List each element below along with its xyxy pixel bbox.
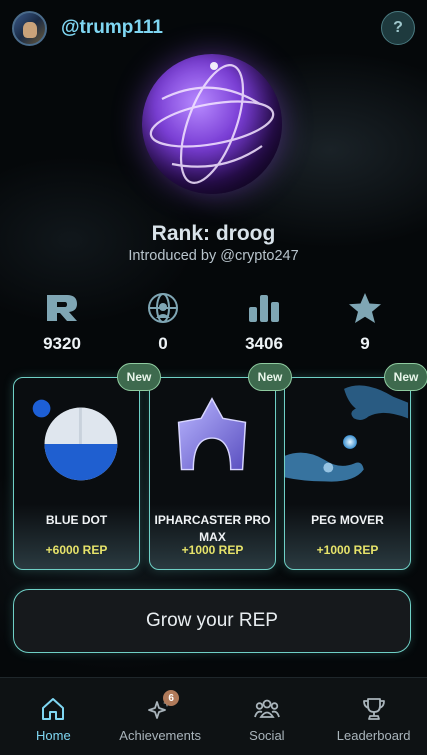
card-rep: +1000 REP xyxy=(181,543,244,557)
header: @trump111 ? xyxy=(12,10,415,46)
stat-value: 0 xyxy=(158,334,168,353)
blue-dot-art xyxy=(32,399,118,481)
home-icon xyxy=(40,696,66,722)
stat-network: 0 xyxy=(123,290,203,360)
nav-label: Home xyxy=(36,728,71,743)
grow-rep-button[interactable]: Grow your REP xyxy=(13,589,411,653)
orb-grid-lines xyxy=(149,62,275,184)
card-title: IPHARCASTER PRO MAX xyxy=(154,513,271,544)
avatar[interactable] xyxy=(12,10,47,46)
trophy-icon xyxy=(361,696,387,722)
rep-letter-r-icon xyxy=(44,290,80,326)
card-blue-dot[interactable]: BLUE DOT +6000 REP xyxy=(13,377,140,570)
card-ipharcaster[interactable]: IPHARCASTER PRO MAX +1000 REP xyxy=(149,377,276,570)
nav-home[interactable]: Home xyxy=(0,678,107,755)
nav-label: Social xyxy=(249,728,285,743)
card-title: BLUE DOT xyxy=(45,513,108,527)
stat-value: 9320 xyxy=(43,334,81,353)
stat-stars: 9 xyxy=(325,290,405,360)
nav-achievements[interactable]: 6 Achievements xyxy=(107,678,214,755)
bottom-nav: Home 6 Achievements Social Leaderboard xyxy=(0,677,427,755)
stat-rep: 9320 xyxy=(22,290,102,360)
stat-value: 9 xyxy=(360,334,370,353)
achievement-cards: New BLUE DOT +6000 REP New IPHARCASTER P… xyxy=(13,363,427,570)
introduced-by-text: Introduced by @crypto247 xyxy=(128,248,299,264)
nav-label: Achievements xyxy=(119,728,201,743)
sparkles-icon: 6 xyxy=(147,690,180,722)
hands-orb-art xyxy=(285,385,409,482)
card-rep: +1000 REP xyxy=(316,543,379,557)
card-rep: +6000 REP xyxy=(45,543,108,557)
card-title: PEG MOVER xyxy=(311,513,384,527)
help-button[interactable]: ? xyxy=(381,11,415,45)
rank-orb xyxy=(142,54,282,194)
nav-social[interactable]: Social xyxy=(214,678,321,755)
network-globe-icon xyxy=(145,290,181,326)
notification-badge: 6 xyxy=(163,690,180,706)
nav-label: Leaderboard xyxy=(336,728,411,743)
username[interactable]: @trump111 xyxy=(61,17,163,39)
new-badge: New xyxy=(117,363,161,391)
stat-activity: 3406 xyxy=(224,290,304,360)
rank-title: Rank: droog xyxy=(151,222,276,245)
card-peg-mover[interactable]: PEG MOVER +1000 REP xyxy=(284,377,411,570)
bar-chart-icon xyxy=(246,290,282,326)
stat-value: 3406 xyxy=(245,334,283,353)
new-badge: New xyxy=(384,363,427,391)
stats-row: 9320 0 3406 9 xyxy=(22,290,405,360)
people-icon xyxy=(254,696,280,722)
new-badge: New xyxy=(248,363,292,391)
arch-star-art xyxy=(177,397,247,471)
nav-leaderboard[interactable]: Leaderboard xyxy=(320,678,427,755)
star-icon xyxy=(347,290,383,326)
